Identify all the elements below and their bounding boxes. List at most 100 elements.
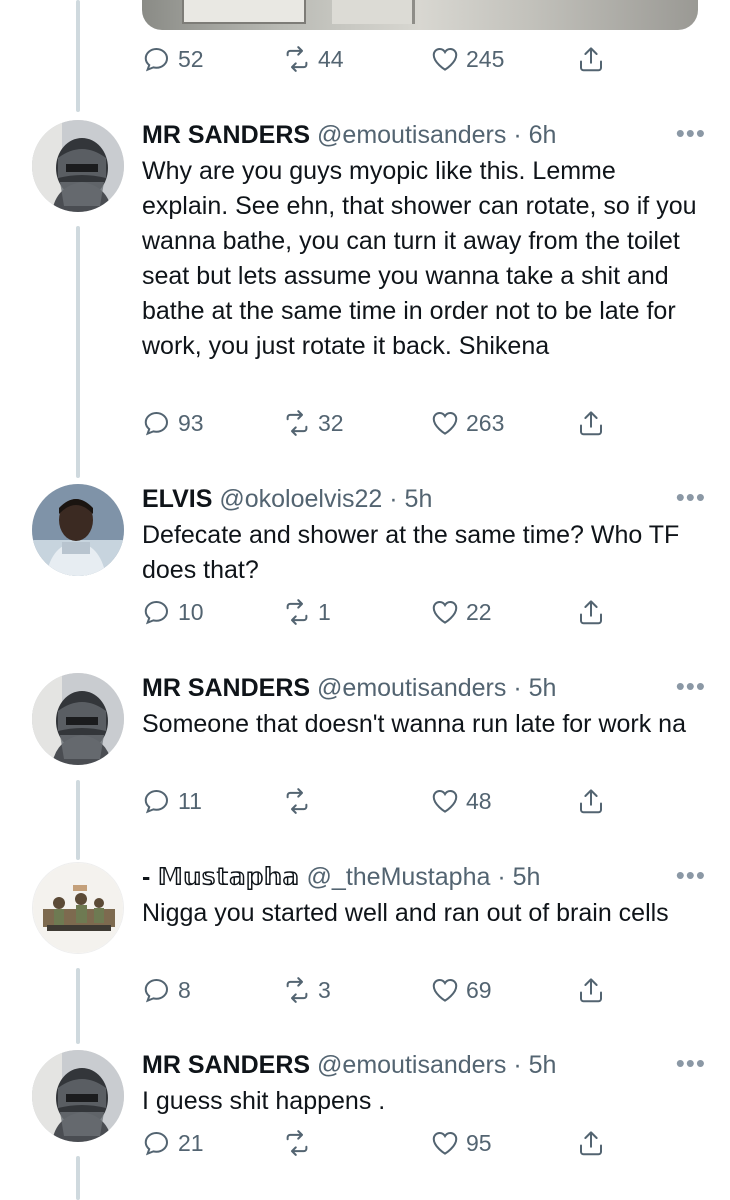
tweet-text: I guess shit happens . <box>142 1087 386 1115</box>
like-button[interactable]: 22 <box>430 597 492 627</box>
share-button[interactable] <box>576 408 606 438</box>
reply-button[interactable]: 11 <box>142 786 202 816</box>
reply-icon <box>144 1131 169 1156</box>
timestamp[interactable]: · 5h <box>513 1051 556 1079</box>
share-button[interactable] <box>576 44 606 74</box>
timestamp[interactable]: · 5h <box>513 674 556 702</box>
like-count: 48 <box>466 787 492 814</box>
heart-icon <box>432 978 458 1002</box>
share-icon <box>580 1131 602 1156</box>
retweet-count: 44 <box>318 45 344 72</box>
share-button[interactable] <box>576 975 606 1005</box>
tweet-text: Nigga you started well and ran out of br… <box>142 899 669 927</box>
more-options-icon[interactable]: ••• <box>676 118 706 148</box>
reply-count: 21 <box>178 1129 204 1156</box>
media-wall-detail <box>332 0 415 24</box>
like-count: 263 <box>466 409 505 436</box>
tweet-actions: 11 48 <box>142 786 622 822</box>
tweet-text: Defecate and shower at the same time? Wh… <box>142 521 680 584</box>
reply-count: 10 <box>178 598 204 625</box>
like-button[interactable]: 69 <box>430 975 492 1005</box>
reply-button[interactable]: 93 <box>142 408 204 438</box>
reply-button[interactable]: 10 <box>142 597 204 627</box>
like-button[interactable]: 95 <box>430 1128 492 1158</box>
heart-icon <box>432 789 458 813</box>
reply-icon <box>144 978 169 1003</box>
share-button[interactable] <box>576 597 606 627</box>
tweet-media-image[interactable] <box>142 0 698 30</box>
user-handle[interactable]: @emoutisanders <box>317 121 506 149</box>
display-name[interactable]: MR SANDERS <box>142 1051 310 1079</box>
user-handle[interactable]: @okoloelvis22 <box>219 485 382 513</box>
reply-icon <box>144 411 169 436</box>
share-icon <box>580 789 602 814</box>
retweet-button[interactable] <box>282 786 318 816</box>
retweet-icon <box>286 977 308 1003</box>
masked-man-avatar[interactable] <box>32 673 124 765</box>
more-options-icon[interactable]: ••• <box>676 482 706 512</box>
retweet-button[interactable]: 1 <box>282 597 331 627</box>
like-count: 95 <box>466 1129 492 1156</box>
reply-button[interactable]: 52 <box>142 44 204 74</box>
like-button[interactable]: 245 <box>430 44 504 74</box>
retweet-button[interactable]: 44 <box>282 44 344 74</box>
retweet-button[interactable] <box>282 1128 318 1158</box>
retweet-icon <box>286 788 308 814</box>
reply-button[interactable]: 21 <box>142 1128 204 1158</box>
display-name[interactable]: - 𝕄𝕦𝕤𝕥𝕒𝕡𝕙𝕒 <box>142 863 300 891</box>
retweet-icon <box>286 599 308 625</box>
tweet-text: Why are you guys myopic like this. Lemme… <box>142 157 697 360</box>
user-handle[interactable]: @emoutisanders <box>317 1051 506 1079</box>
share-icon <box>580 978 602 1003</box>
share-button[interactable] <box>576 1128 606 1158</box>
share-button[interactable] <box>576 786 606 816</box>
retweet-count: 1 <box>318 598 331 625</box>
timestamp[interactable]: · 5h <box>389 485 432 513</box>
display-name[interactable]: ELVIS <box>142 485 212 513</box>
retweet-icon <box>286 46 308 72</box>
retweet-count: 3 <box>318 976 331 1003</box>
thread-line <box>76 0 80 112</box>
thread-line <box>76 968 80 1044</box>
reply-count: 52 <box>178 45 204 72</box>
user-handle[interactable]: @emoutisanders <box>317 674 506 702</box>
masked-man-avatar[interactable] <box>32 1050 124 1142</box>
timestamp[interactable]: · 5h <box>497 863 540 891</box>
media-window-detail <box>182 0 306 24</box>
reply-icon <box>144 600 169 625</box>
reply-count: 11 <box>178 787 202 814</box>
reply-button[interactable]: 8 <box>142 975 191 1005</box>
heart-icon <box>432 1131 458 1155</box>
user-handle[interactable]: @_theMustapha <box>307 863 491 891</box>
reply-count: 8 <box>178 976 191 1003</box>
tweet-actions: 93 32 263 <box>142 408 622 444</box>
soldiers-avatar[interactable] <box>32 862 124 954</box>
share-icon <box>580 47 602 72</box>
like-button[interactable]: 263 <box>430 408 504 438</box>
like-button[interactable]: 48 <box>430 786 492 816</box>
thread-line <box>76 226 80 478</box>
display-name[interactable]: MR SANDERS <box>142 674 310 702</box>
display-name[interactable]: MR SANDERS <box>142 121 310 149</box>
more-options-icon[interactable]: ••• <box>676 1048 706 1078</box>
retweet-button[interactable]: 32 <box>282 408 344 438</box>
tweet-actions: 10 1 22 <box>142 597 622 633</box>
reply-icon <box>144 789 169 814</box>
heart-icon <box>432 411 458 435</box>
tweet-text: Someone that doesn't wanna run late for … <box>142 710 686 738</box>
more-options-icon[interactable]: ••• <box>676 671 706 701</box>
like-count: 22 <box>466 598 492 625</box>
share-icon <box>580 600 602 625</box>
tweet-actions: 21 95 <box>142 1128 622 1164</box>
heart-icon <box>432 47 458 71</box>
man-avatar[interactable] <box>32 484 124 576</box>
share-icon <box>580 411 602 436</box>
reply-count: 93 <box>178 409 204 436</box>
retweet-button[interactable]: 3 <box>282 975 331 1005</box>
timestamp[interactable]: · 6h <box>513 121 556 149</box>
tweet-actions: 52 44 245 <box>142 44 622 80</box>
masked-man-avatar[interactable] <box>32 120 124 212</box>
retweet-icon <box>286 410 308 436</box>
more-options-icon[interactable]: ••• <box>676 860 706 890</box>
retweet-count: 32 <box>318 409 344 436</box>
